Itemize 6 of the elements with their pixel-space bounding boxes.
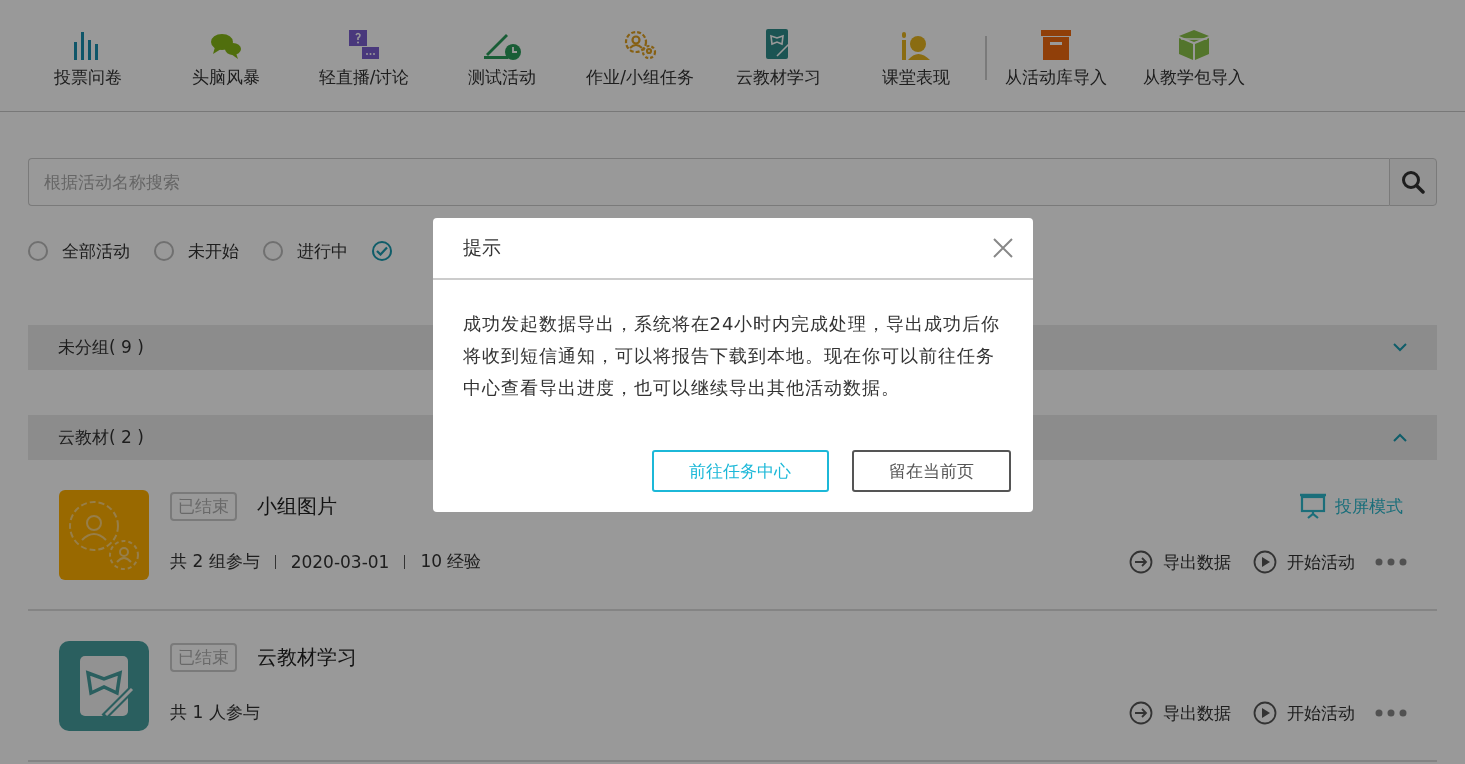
meta-text: 10 经验 (420, 550, 482, 573)
dialog-title: 提示 (462, 235, 501, 260)
meta-text: 共 2 组参与 (170, 550, 260, 573)
dialog-message: 成功发起数据导出，系统将在24小时内完成处理，导出成功后你将收到短信通知，可以将报告下载到本地。现在你可以前往任务中心查看导出进度，也可以继续导出其他活动数据。 (462, 312, 1001, 400)
meta-text: 共 1 人参与 (170, 701, 260, 724)
meta-text: 2020-03-01 (290, 551, 390, 572)
